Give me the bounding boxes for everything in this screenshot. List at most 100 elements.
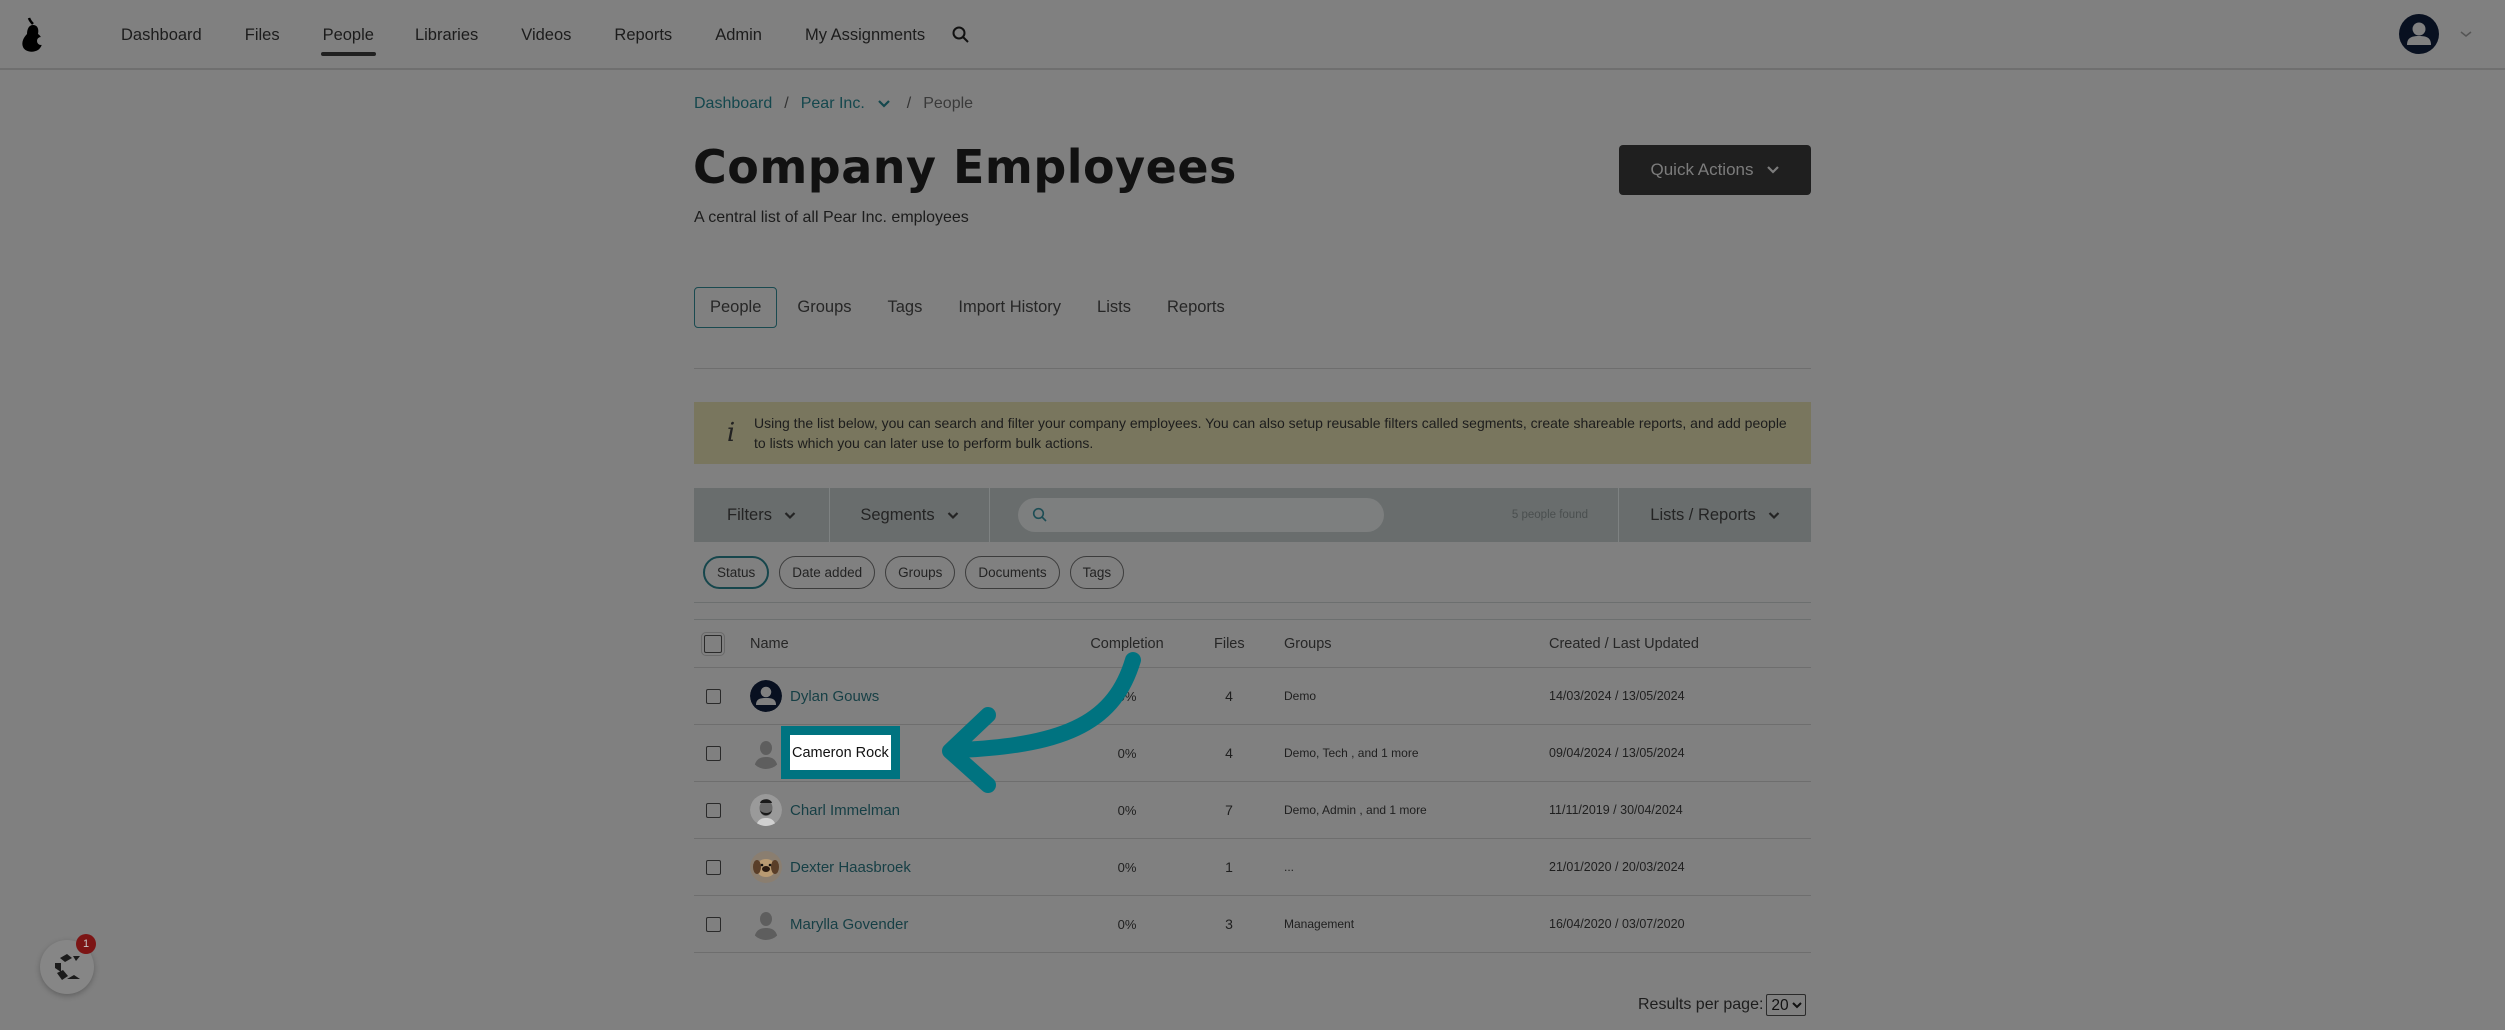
table-row: Dylan Gouws 0% 4 Demo 14/03/2024 / 13/05… — [694, 668, 1811, 725]
header-groups[interactable]: Groups — [1284, 636, 1332, 652]
avatar-photo-icon — [750, 794, 782, 826]
info-icon: i — [726, 418, 736, 448]
name-cell: Marylla Govender — [750, 908, 908, 940]
person-link[interactable]: Dexter Haasbroek — [790, 859, 911, 876]
groups-cell: Demo, Tech , and 1 more — [1284, 746, 1419, 760]
nav-videos[interactable]: Videos — [521, 0, 571, 70]
person-link[interactable]: Charl Immelman — [790, 802, 900, 819]
results-per-page-label: Results per page: — [1638, 996, 1764, 1013]
dates-cell: 09/04/2024 / 13/05/2024 — [1549, 746, 1685, 760]
segments-label: Segments — [860, 505, 935, 524]
chip-tags[interactable]: Tags — [1069, 556, 1125, 589]
results-per-page: Results per page: 20 — [1638, 994, 1807, 1016]
completion-cell: 0% — [1117, 802, 1137, 818]
top-nav-bar: Dashboard Files People Libraries Videos … — [0, 0, 2505, 70]
lists-reports-dropdown[interactable]: Lists / Reports — [1618, 488, 1811, 542]
tab-import-history[interactable]: Import History — [958, 288, 1061, 327]
nav-reports[interactable]: Reports — [614, 0, 672, 70]
dates-cell: 21/01/2020 / 20/03/2024 — [1549, 860, 1685, 874]
chip-status[interactable]: Status — [703, 556, 770, 589]
table-row: Marylla Govender 0% 3 Management 16/04/2… — [694, 896, 1811, 953]
tab-people[interactable]: People — [694, 287, 778, 328]
header-files[interactable]: Files — [1214, 636, 1245, 652]
tab-groups[interactable]: Groups — [797, 288, 851, 327]
search-input[interactable] — [1056, 498, 1384, 532]
groups-cell: Management — [1284, 917, 1355, 931]
user-avatar-icon[interactable] — [2399, 14, 2439, 54]
completion-cell: 0% — [1117, 916, 1137, 932]
quick-actions-button[interactable]: Quick Actions — [1619, 145, 1811, 195]
table-row: Charl Immelman 0% 7 Demo, Admin , and 1 … — [694, 782, 1811, 839]
person-link[interactable]: Dylan Gouws — [790, 688, 879, 705]
chevron-down-icon — [947, 511, 958, 519]
divider — [694, 602, 1811, 603]
filters-dropdown[interactable]: Filters — [694, 488, 830, 542]
filters-label: Filters — [727, 505, 772, 524]
chevron-down-icon — [1766, 166, 1779, 174]
person-link[interactable]: Marylla Govender — [790, 916, 908, 933]
pear-logo-icon[interactable] — [16, 14, 48, 54]
chip-documents[interactable]: Documents — [965, 556, 1060, 589]
breadcrumb-current: People — [923, 95, 974, 112]
row-checkbox[interactable] — [706, 688, 721, 704]
section-tabs: People Groups Tags Import History Lists … — [694, 287, 1225, 328]
nav-admin[interactable]: Admin — [715, 0, 762, 70]
people-table: Name Completion Files Groups Created / L… — [694, 620, 1811, 953]
header-completion[interactable]: Completion — [1070, 636, 1184, 652]
groups-cell: Demo — [1284, 689, 1317, 703]
breadcrumb: Dashboard / Pear Inc. / People — [694, 95, 973, 113]
table-header: Name Completion Files Groups Created / L… — [694, 620, 1811, 668]
completion-cell: 0% — [1117, 745, 1137, 761]
chevron-down-icon[interactable] — [2459, 29, 2473, 39]
tab-lists[interactable]: Lists — [1097, 288, 1131, 327]
info-banner-text: Using the list below, you can search and… — [754, 415, 1787, 451]
filter-chips: Status Date added Groups Documents Tags — [703, 556, 1125, 589]
files-cell: 7 — [1225, 802, 1233, 818]
people-toolbar: Filters Segments 5 people found Lists / … — [694, 488, 1811, 542]
breadcrumb-company[interactable]: Pear Inc. — [801, 95, 865, 113]
tab-tags[interactable]: Tags — [888, 288, 923, 327]
select-all-checkbox[interactable] — [701, 631, 725, 656]
avatar-dog-photo-icon — [750, 851, 782, 883]
chevron-down-icon — [1768, 511, 1780, 519]
lists-reports-label: Lists / Reports — [1650, 505, 1756, 524]
tab-reports[interactable]: Reports — [1167, 288, 1225, 327]
breadcrumb-dashboard[interactable]: Dashboard — [694, 95, 772, 113]
page-subtitle: A central list of all Pear Inc. employee… — [694, 209, 969, 226]
groups-cell: ... — [1284, 860, 1295, 874]
results-per-page-select[interactable]: 20 — [1766, 994, 1807, 1016]
search-icon[interactable] — [951, 25, 971, 45]
help-widget-button[interactable]: 1 — [40, 934, 96, 994]
files-cell: 1 — [1225, 859, 1233, 875]
row-checkbox[interactable] — [706, 916, 721, 932]
highlight-box: Cameron Rock — [781, 726, 900, 779]
people-search[interactable] — [1018, 498, 1384, 532]
avatar-default-icon — [750, 680, 782, 712]
row-checkbox[interactable] — [706, 745, 721, 761]
files-cell: 4 — [1225, 688, 1233, 704]
highlighted-person-link[interactable]: Cameron Rock — [790, 735, 891, 770]
files-cell: 4 — [1225, 745, 1233, 761]
chevron-down-icon[interactable] — [877, 99, 891, 109]
row-checkbox[interactable] — [706, 802, 721, 818]
segments-dropdown[interactable]: Segments — [830, 488, 990, 542]
chip-date-added[interactable]: Date added — [779, 556, 876, 589]
notification-badge: 1 — [76, 934, 96, 954]
nav-people[interactable]: People — [320, 0, 377, 70]
nav-dashboard[interactable]: Dashboard — [121, 0, 202, 70]
groups-cell: Demo, Admin , and 1 more — [1284, 803, 1427, 817]
chevron-down-icon — [784, 511, 796, 519]
nav-files[interactable]: Files — [245, 0, 280, 70]
chip-groups[interactable]: Groups — [885, 556, 956, 589]
name-cell: Dylan Gouws — [750, 680, 879, 712]
header-name[interactable]: Name — [750, 636, 789, 652]
row-checkbox[interactable] — [706, 859, 721, 875]
divider — [694, 368, 1811, 369]
breadcrumb-separator: / — [906, 95, 912, 112]
nav-libraries[interactable]: Libraries — [415, 0, 478, 70]
dates-cell: 11/11/2019 / 30/04/2024 — [1549, 803, 1683, 817]
nav-my-assignments[interactable]: My Assignments — [805, 0, 925, 70]
table-row: Dexter Haasbroek 0% 1 ... 21/01/2020 / 2… — [694, 839, 1811, 896]
header-dates[interactable]: Created / Last Updated — [1549, 636, 1699, 652]
completion-cell: 0% — [1117, 688, 1137, 704]
